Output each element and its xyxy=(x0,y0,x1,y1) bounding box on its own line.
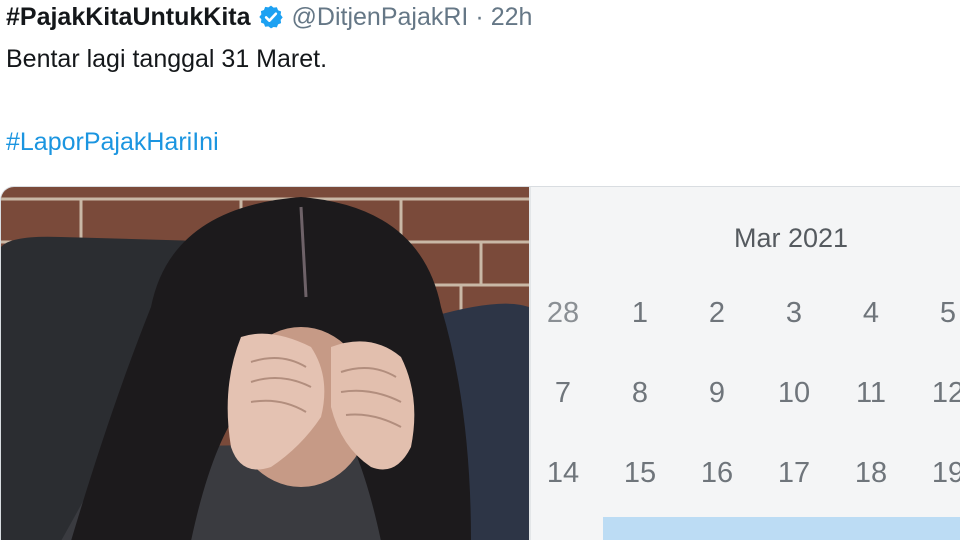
calendar-day: 5 xyxy=(939,297,957,329)
tweet-header: #PajakKitaUntukKita @DitjenPajakRI · 22h xyxy=(6,0,532,34)
tweet-text: Bentar lagi tanggal 31 Maret. xyxy=(6,45,328,73)
calendar-day: 8 xyxy=(631,377,649,409)
tweet-media[interactable]: Mar 2021 28 1 2 3 4 5 7 8 9 10 11 12 14 … xyxy=(0,186,960,540)
calendar-day: 10 xyxy=(777,377,811,409)
calendar-day: 18 xyxy=(854,457,888,489)
calendar-day: 19 xyxy=(931,457,960,489)
meme-photo xyxy=(1,187,529,540)
hashtag-link[interactable]: #LaporPajakHariIni xyxy=(6,128,219,157)
calendar-day: 9 xyxy=(708,377,726,409)
calendar-day: 28 xyxy=(546,297,580,329)
verified-badge-icon xyxy=(258,4,284,30)
calendar-day: 3 xyxy=(785,297,803,329)
calendar-day: 1 xyxy=(631,297,649,329)
calendar-day: 12 xyxy=(931,377,960,409)
calendar-week-highlight xyxy=(603,517,960,540)
calendar-day: 17 xyxy=(777,457,811,489)
calendar-day: 4 xyxy=(862,297,880,329)
user-handle[interactable]: @DitjenPajakRI xyxy=(292,3,469,32)
calendar-day: 7 xyxy=(554,377,572,409)
tweet-timestamp[interactable]: 22h xyxy=(491,3,533,32)
calendar-day: 2 xyxy=(708,297,726,329)
calendar-day: 16 xyxy=(700,457,734,489)
display-name[interactable]: #PajakKitaUntukKita xyxy=(6,3,251,32)
calendar-day: 11 xyxy=(855,377,887,409)
tweet-card[interactable]: #PajakKitaUntukKita @DitjenPajakRI · 22h… xyxy=(0,0,960,540)
calendar-widget: Mar 2021 28 1 2 3 4 5 7 8 9 10 11 12 14 … xyxy=(529,187,960,540)
calendar-day: 15 xyxy=(623,457,657,489)
header-separator: · xyxy=(475,2,484,31)
calendar-month-label: Mar 2021 xyxy=(733,223,849,253)
calendar-day: 14 xyxy=(546,457,580,489)
